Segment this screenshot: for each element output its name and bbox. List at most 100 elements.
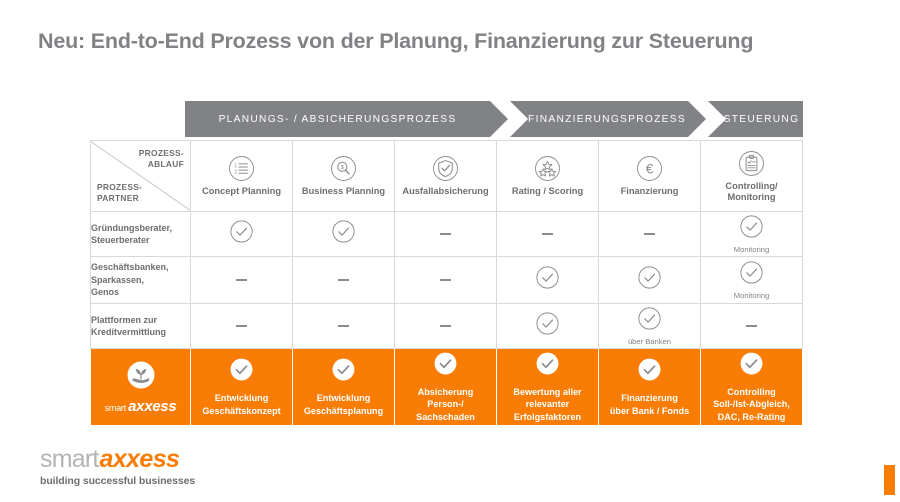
column-header-label: Business Planning bbox=[301, 186, 386, 196]
brand-wordmark: smart axxess bbox=[104, 397, 177, 415]
check-icon bbox=[433, 351, 458, 381]
cell-r1c4 bbox=[496, 211, 599, 257]
footer-logo-wordmark: smart axxess bbox=[40, 445, 180, 473]
cell-r2c2 bbox=[292, 256, 395, 304]
table-row: Plattformen zur Kreditvermittlung über B… bbox=[90, 303, 803, 349]
highlight-cell-controlling: Controlling Soll-/Ist-Abgleich, DAC, Re-… bbox=[700, 348, 803, 426]
column-header-label: Ausfallabsicherung bbox=[402, 186, 489, 196]
cell-r3c4 bbox=[496, 303, 599, 349]
corner-header-cell: PROZESS- ABLAUF PROZESS- PARTNER bbox=[90, 140, 191, 212]
cell-r3c3 bbox=[394, 303, 497, 349]
process-matrix-table: PROZESS- ABLAUF PROZESS- PARTNER 1 2 3 4… bbox=[90, 140, 803, 426]
corner-label-prozess-partner: PROZESS- PARTNER bbox=[97, 182, 143, 203]
check-icon bbox=[637, 357, 662, 387]
corner-label-prozess-ablauf: PROZESS- ABLAUF bbox=[138, 148, 184, 169]
column-header-label: Concept Planning bbox=[201, 186, 282, 196]
cell-r2c4 bbox=[496, 256, 599, 304]
highlight-cell-text: Finanzierung über Bank / Fonds bbox=[609, 393, 690, 416]
dash-icon bbox=[236, 325, 247, 327]
dash-icon bbox=[644, 233, 655, 235]
check-circle-icon bbox=[535, 265, 560, 295]
svg-text:$: $ bbox=[341, 165, 345, 171]
banner-segment-steering: STEUERUNG bbox=[708, 101, 803, 137]
cell-r1c5 bbox=[598, 211, 701, 257]
cell-r3c1 bbox=[190, 303, 293, 349]
numbered-list-icon: 12 34 bbox=[228, 155, 255, 182]
check-circle-icon bbox=[535, 311, 560, 341]
check-circle-icon bbox=[331, 219, 356, 249]
process-banner: PLANUNGS- / ABSICHERUNGSPROZESS FINANZIE… bbox=[185, 101, 803, 137]
highlight-cell-text: Entwicklung Geschäftsplanung bbox=[303, 393, 384, 416]
dash-icon bbox=[542, 233, 553, 235]
table-row: Gründungsberater, Steuerberater Monitori… bbox=[90, 211, 803, 257]
row-label-gruendungsberater: Gründungsberater, Steuerberater bbox=[90, 211, 191, 257]
cell-r1c6: Monitoring bbox=[700, 211, 803, 257]
svg-text:4: 4 bbox=[235, 171, 237, 175]
stars-icon bbox=[534, 155, 561, 182]
page-title: Neu: End-to-End Prozess von der Planung,… bbox=[38, 29, 754, 53]
column-header-label: Controlling/ Monitoring bbox=[725, 180, 778, 202]
dash-icon bbox=[236, 279, 247, 281]
cell-r3c5: über Banken bbox=[598, 303, 701, 349]
shield-check-icon bbox=[432, 155, 459, 182]
dash-icon bbox=[338, 325, 349, 327]
check-circle-icon bbox=[739, 260, 764, 290]
check-circle-icon bbox=[739, 214, 764, 244]
slide-root: Neu: End-to-End Prozess von der Planung,… bbox=[0, 0, 900, 502]
highlight-cell-text: Absicherung Person-/ Sachschaden bbox=[416, 387, 475, 422]
column-header-rating-scoring: Rating / Scoring bbox=[496, 140, 599, 212]
hand-sprout-icon bbox=[126, 360, 156, 395]
check-circle-icon bbox=[637, 306, 662, 336]
column-header-label: Finanzierung bbox=[620, 186, 679, 196]
magnifier-dollar-icon: $ bbox=[330, 155, 357, 182]
banner-segment-planning: PLANUNGS- / ABSICHERUNGSPROZESS bbox=[185, 101, 508, 137]
banner-segment-planning-label: PLANUNGS- / ABSICHERUNGSPROZESS bbox=[218, 113, 457, 125]
highlight-cell-business: Entwicklung Geschäftsplanung bbox=[292, 348, 395, 426]
check-circle-icon bbox=[229, 219, 254, 249]
column-header-business-planning: $ Business Planning bbox=[292, 140, 395, 212]
footer-tagline: building successful businesses bbox=[40, 475, 196, 487]
check-circle-icon bbox=[637, 265, 662, 295]
highlight-cell-concept: Entwicklung Geschäftskonzept bbox=[190, 348, 293, 426]
row-label-plattformen: Plattformen zur Kreditvermittlung bbox=[90, 303, 191, 349]
table-header-row: PROZESS- ABLAUF PROZESS- PARTNER 1 2 3 4… bbox=[90, 140, 803, 212]
check-icon bbox=[229, 357, 254, 387]
column-header-concept-planning: 12 34 Concept Planning bbox=[190, 140, 293, 212]
dash-icon bbox=[440, 325, 451, 327]
highlight-cell-text: Controlling Soll-/Ist-Abgleich, DAC, Re-… bbox=[713, 387, 790, 422]
highlight-cell-finanzierung: Finanzierung über Bank / Fonds bbox=[598, 348, 701, 426]
column-header-controlling-monitoring: Controlling/ Monitoring bbox=[700, 140, 803, 212]
check-icon bbox=[331, 357, 356, 387]
check-icon bbox=[739, 351, 764, 381]
euro-icon: € bbox=[636, 155, 663, 182]
banner-segment-financing: FINANZIERUNGSPROZESS bbox=[510, 101, 706, 137]
highlight-cell-absicherung: Absicherung Person-/ Sachschaden bbox=[394, 348, 497, 426]
dash-icon bbox=[440, 279, 451, 281]
highlight-cell-text: Entwicklung Geschäftskonzept bbox=[202, 393, 281, 416]
cell-r3c6 bbox=[700, 303, 803, 349]
cell-note: über Banken bbox=[627, 337, 672, 346]
svg-text:€: € bbox=[646, 162, 654, 177]
column-header-ausfallabsicherung: Ausfallabsicherung bbox=[394, 140, 497, 212]
row-label-geschaeftsbanken: Geschäftsbanken, Sparkassen, Genos bbox=[90, 256, 191, 304]
check-icon bbox=[535, 351, 560, 381]
cell-r2c6: Monitoring bbox=[700, 256, 803, 304]
cell-r2c5 bbox=[598, 256, 701, 304]
banner-segment-financing-label: FINANZIERUNGSPROZESS bbox=[528, 113, 686, 125]
cell-r2c1 bbox=[190, 256, 293, 304]
cell-note: Monitoring bbox=[733, 245, 770, 254]
column-header-finanzierung: € Finanzierung bbox=[598, 140, 701, 212]
dash-icon bbox=[746, 325, 757, 327]
dash-icon bbox=[440, 233, 451, 235]
highlight-cell-bewertung: Bewertung aller relevanter Erfolgsfaktor… bbox=[496, 348, 599, 426]
cell-note: Monitoring bbox=[733, 291, 770, 300]
column-header-label: Rating / Scoring bbox=[511, 186, 584, 196]
cell-r1c3 bbox=[394, 211, 497, 257]
brand-cell: smart axxess bbox=[90, 348, 191, 426]
cell-r2c3 bbox=[394, 256, 497, 304]
cell-r3c2 bbox=[292, 303, 395, 349]
cell-r1c2 bbox=[292, 211, 395, 257]
cell-r1c1 bbox=[190, 211, 293, 257]
dash-icon bbox=[338, 279, 349, 281]
banner-segment-steering-label: STEUERUNG bbox=[723, 113, 800, 125]
